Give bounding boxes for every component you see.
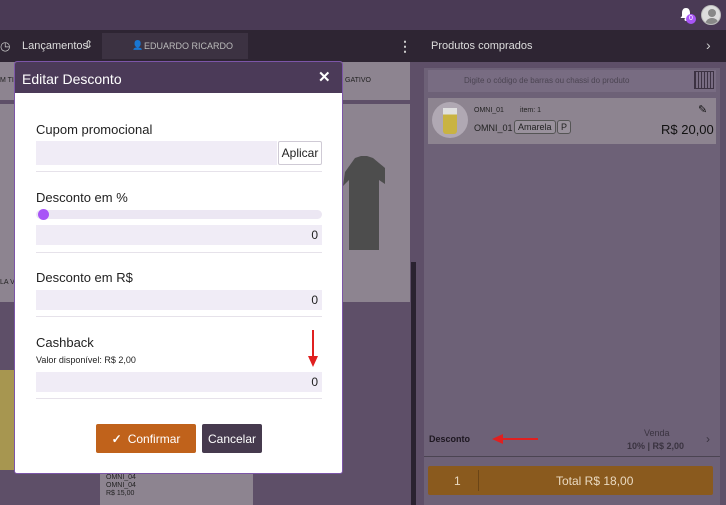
item-price: R$ 20,00	[661, 122, 714, 137]
cart-item[interactable]: OMNI_01 item: 1 OMNI_01 Amarela P R$ 20,…	[428, 98, 716, 144]
discount-label[interactable]: Desconto	[429, 434, 470, 444]
item-name: OMNI_01	[474, 123, 513, 133]
confirm-button[interactable]: ✓ Confirmar	[96, 424, 196, 453]
filter-text-right: GATIVO	[345, 77, 371, 84]
divider	[424, 456, 720, 457]
edit-discount-modal: Editar Desconto ✕ Cupom promocional Apli…	[14, 61, 343, 474]
divider	[36, 171, 322, 172]
chevron-right-icon[interactable]: ›	[706, 432, 710, 446]
cashback-input[interactable]	[36, 372, 322, 392]
total-bar[interactable]: 1 Total R$ 18,00	[428, 466, 713, 495]
divider	[36, 252, 322, 253]
product-image	[0, 370, 14, 470]
modal-header: Editar Desconto ✕	[15, 62, 342, 93]
percent-slider-handle[interactable]	[38, 209, 49, 220]
notification-badge: 0	[686, 14, 696, 24]
clock-icon[interactable]: ◷	[0, 39, 10, 53]
item-index: item: 1	[520, 107, 542, 114]
barcode-search-input[interactable]: Digite o código de barras ou chassi do p…	[428, 70, 716, 92]
color-tag: Amarela	[514, 120, 556, 134]
apply-button[interactable]: Aplicar	[278, 141, 322, 165]
coupon-label: Cupom promocional	[36, 122, 153, 137]
amount-input[interactable]	[36, 290, 322, 310]
catalog-scrollbar[interactable]	[411, 262, 416, 505]
tshirt-image	[343, 156, 385, 250]
more-options-icon[interactable]: ⋮	[398, 38, 412, 55]
top-bar	[0, 0, 726, 30]
total-amount: Total R$ 18,00	[556, 474, 634, 488]
divider	[36, 398, 322, 399]
user-name: EDUARDO RICARDO	[144, 41, 234, 51]
confirm-label: Confirmar	[127, 431, 181, 446]
product-card-omni04[interactable]: OMNI_04 OMNI_04 R$ 15,00	[100, 474, 253, 505]
up-down-chevron-icon[interactable]: ⇕	[84, 38, 93, 51]
products-title: Produtos comprados	[431, 40, 533, 52]
product-line: OMNI_04	[106, 482, 136, 489]
cashback-available: Valor disponível: R$ 2,00	[36, 355, 136, 365]
divider	[36, 316, 322, 317]
percent-slider[interactable]	[36, 210, 322, 219]
chevron-right-icon[interactable]: ›	[706, 37, 711, 53]
sale-discount-value: 10% | R$ 2,00	[627, 441, 685, 451]
user-icon: 👤	[132, 40, 144, 50]
size-tag: P	[557, 120, 572, 134]
product-line: OMNI_04	[106, 474, 136, 481]
search-placeholder: Digite o código de barras ou chassi do p…	[464, 76, 630, 85]
percent-label: Desconto em %	[36, 190, 128, 205]
modal-title: Editar Desconto	[22, 71, 122, 87]
product-line: R$ 15,00	[106, 490, 135, 497]
divider	[478, 470, 479, 491]
check-icon: ✓	[111, 431, 122, 446]
annotation-arrow-left	[492, 434, 538, 444]
percent-input[interactable]	[36, 225, 322, 245]
products-header: Produtos comprados ›	[418, 30, 726, 62]
user-tab[interactable]: 👤 EDUARDO RICARDO	[102, 33, 248, 59]
cashback-label: Cashback	[36, 335, 94, 350]
avatar[interactable]	[701, 5, 721, 25]
sale-label: Venda	[644, 428, 670, 438]
item-code: OMNI_01	[474, 107, 504, 114]
product-card-text: LA V	[0, 279, 15, 286]
coupon-input[interactable]	[36, 141, 277, 165]
product-thumbnail	[432, 102, 468, 138]
barcode-icon[interactable]	[694, 71, 714, 89]
edit-pencil-icon[interactable]: ✎	[698, 103, 707, 116]
quantity: 1	[454, 474, 461, 488]
amount-label: Desconto em R$	[36, 270, 133, 285]
launches-dropdown[interactable]: Lançamentos	[22, 40, 88, 52]
close-icon[interactable]: ✕	[318, 68, 331, 86]
annotation-arrow-down	[308, 330, 318, 367]
cancel-button[interactable]: Cancelar	[202, 424, 262, 453]
filter-text-left: M TI	[0, 77, 14, 84]
launch-bar: ◷ Lançamentos ⇕ 👤 EDUARDO RICARDO ⋮	[0, 30, 418, 62]
